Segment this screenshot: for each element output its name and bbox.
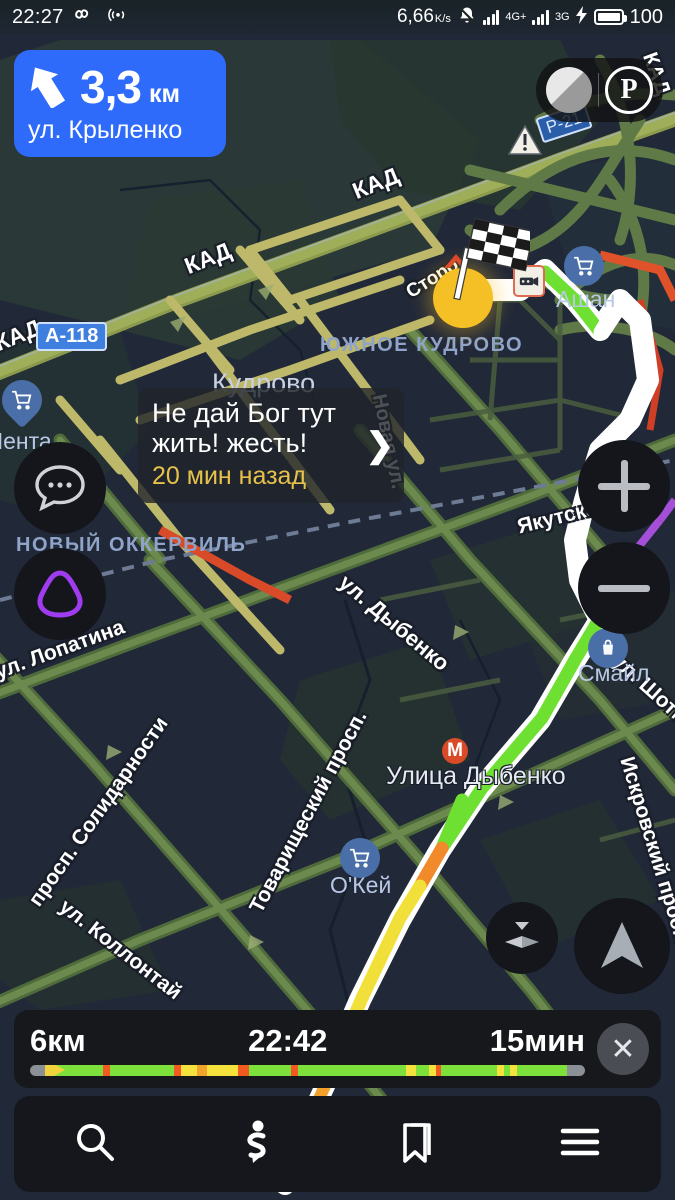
navigation-arrow-icon[interactable] <box>574 898 670 994</box>
traffic-segments <box>53 1064 568 1076</box>
traffic-segment <box>102 1064 110 1076</box>
traffic-segment <box>510 1064 518 1076</box>
chevron-right-icon[interactable]: ❯ <box>366 428 395 462</box>
chat-bubble-icon[interactable] <box>14 442 106 534</box>
route-eta: 22:42 <box>248 1022 328 1058</box>
traffic-segment <box>415 1064 429 1076</box>
route-distance: 6км <box>30 1022 86 1058</box>
network-type-label-1: 4G+ <box>505 11 527 23</box>
maneuver-distance-unit: км <box>148 80 180 108</box>
map-shield-a118: A-118 <box>36 322 108 351</box>
traffic-segment <box>109 1064 174 1076</box>
poi-icon-ashan[interactable] <box>564 246 604 286</box>
route-navigation-icon <box>237 1119 277 1170</box>
route-button[interactable] <box>213 1108 301 1180</box>
poi-icon-smile[interactable] <box>588 628 628 668</box>
plus-icon-vertical <box>620 460 628 512</box>
parking-p-icon[interactable]: P <box>605 66 653 114</box>
bookmarks-button[interactable] <box>374 1108 462 1180</box>
pill-divider <box>598 73 599 107</box>
route-summary-bar: 6км 22:42 15мин ✕ <box>14 1010 661 1088</box>
route-traffic-progress-bar[interactable] <box>30 1064 585 1076</box>
callout-text-line1: Не дай Бог тут <box>152 398 336 428</box>
traffic-segment <box>238 1064 250 1076</box>
turn-left-icon <box>28 60 72 113</box>
maneuver-street-name: ул. Крыленко <box>28 116 183 144</box>
zoom-out-button[interactable] <box>578 542 670 634</box>
maneuver-banner[interactable]: 3,3 км ул. Крыленко <box>14 50 226 157</box>
map-mode-pill: P <box>536 58 663 122</box>
alice-assistant-icon[interactable] <box>14 548 106 640</box>
status-bar-data-speed: 6,66 K/s <box>396 6 451 27</box>
callout-text-line2: жить! жесть! <box>152 428 308 459</box>
map-layers-icon[interactable] <box>546 67 592 113</box>
route-cursor-icon <box>44 1064 65 1076</box>
callout-timestamp: 20 мин назад <box>152 462 307 491</box>
tilt-3d-icon[interactable] <box>486 902 558 974</box>
status-bar: 22:27 6,66 K/s 4G+ 3G 100 <box>0 0 675 34</box>
traffic-segment <box>440 1064 498 1076</box>
warning-triangle-icon <box>507 124 543 161</box>
battery-percent-label: 100 <box>629 5 663 28</box>
map-comment-callout[interactable]: Не дай Бог тут жить! жесть! 20 мин назад… <box>138 388 404 504</box>
search-icon <box>74 1121 116 1168</box>
traffic-segment <box>503 1064 511 1076</box>
lightning-bolt-icon <box>575 5 588 29</box>
traffic-segment <box>297 1064 406 1076</box>
traffic-segment <box>428 1064 436 1076</box>
zoom-in-button[interactable] <box>578 440 670 532</box>
checkered-flag-icon <box>440 218 535 313</box>
mute-bell-icon <box>457 5 477 30</box>
minus-icon <box>598 584 650 592</box>
network-type-label-2: 3G <box>554 11 570 23</box>
traffic-segment <box>207 1064 239 1076</box>
menu-button[interactable] <box>536 1108 624 1180</box>
traffic-segment <box>405 1064 416 1076</box>
cast-icon <box>107 4 128 30</box>
status-bar-clock: 22:27 <box>12 5 64 28</box>
traffic-segment <box>249 1064 291 1076</box>
signal-bars-icon <box>482 9 500 25</box>
map-app-screen: КАД КАД КАД КАД A-118 Кудрово ЮЖНОЕ КУДР… <box>0 0 675 1200</box>
search-button[interactable] <box>51 1108 139 1180</box>
traffic-segment <box>517 1064 568 1076</box>
traffic-segment <box>290 1064 298 1076</box>
bookmark-icon <box>398 1119 438 1170</box>
close-route-button[interactable]: ✕ <box>597 1023 649 1075</box>
traffic-segment <box>173 1064 181 1076</box>
battery-icon <box>593 9 627 25</box>
maneuver-distance: 3,3 <box>80 60 142 113</box>
hamburger-menu-icon <box>559 1126 601 1163</box>
traffic-segment <box>180 1064 198 1076</box>
signal-bars-icon-2 <box>532 9 549 25</box>
bottom-navigation-bar <box>14 1096 661 1192</box>
route-duration: 15мин <box>489 1022 585 1058</box>
poi-icon-okey[interactable] <box>340 838 380 878</box>
infinity-icon <box>73 6 99 28</box>
metro-m-icon: M <box>442 738 468 764</box>
traffic-segment <box>197 1064 208 1076</box>
